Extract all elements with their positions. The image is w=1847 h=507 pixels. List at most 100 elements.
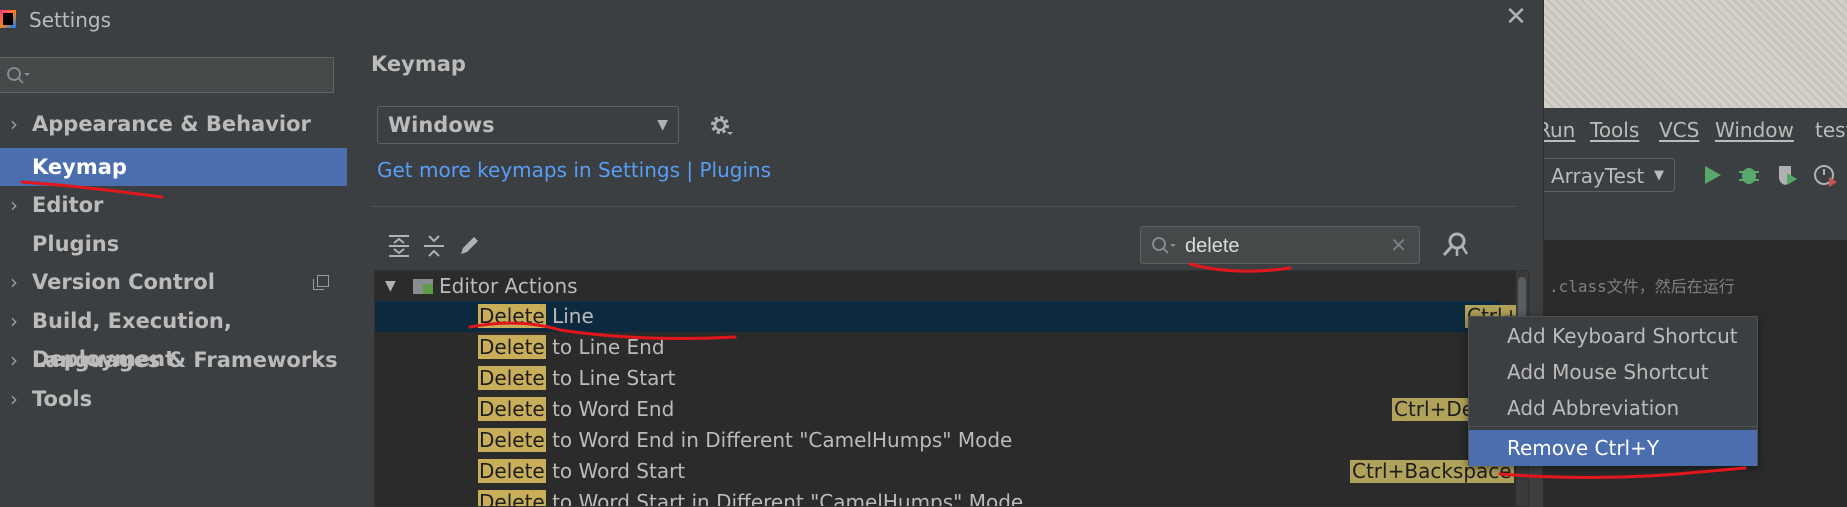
coverage-icon[interactable] bbox=[1775, 163, 1799, 187]
debug-icon[interactable] bbox=[1737, 163, 1761, 187]
menu-vcs[interactable]: VCS bbox=[1659, 118, 1699, 142]
collapse-all-icon[interactable] bbox=[420, 232, 448, 260]
chevron-right-icon[interactable]: › bbox=[10, 186, 18, 224]
action-name-rest: to Word Start in Different "CamelHumps" … bbox=[545, 490, 1024, 507]
sidebar-item-languages[interactable]: › Languages & Frameworks bbox=[0, 341, 347, 379]
menu-test[interactable]: test bbox=[1815, 118, 1847, 142]
ide-toolbar: ArrayTest ▼ bbox=[1543, 150, 1847, 201]
project-level-icon bbox=[313, 275, 329, 290]
sidebar-item-label: Languages & Frameworks bbox=[32, 348, 338, 372]
find-by-shortcut-icon[interactable] bbox=[1440, 230, 1470, 260]
action-name-rest: Line bbox=[545, 304, 594, 328]
close-icon[interactable]: ✕ bbox=[1501, 2, 1531, 32]
search-match: Delete bbox=[478, 459, 546, 483]
page-title: Keymap bbox=[371, 52, 466, 76]
sidebar-item-plugins[interactable]: Plugins bbox=[0, 225, 347, 263]
menu-item-remove-shortcut[interactable]: Remove Ctrl+Y bbox=[1469, 430, 1757, 466]
chevron-right-icon[interactable]: › bbox=[10, 341, 18, 379]
editor-tabstrip bbox=[1543, 200, 1847, 240]
search-icon bbox=[7, 67, 30, 84]
group-label: Editor Actions bbox=[439, 274, 578, 298]
action-name: Delete to Word End bbox=[478, 394, 674, 425]
sidebar-item-label: Keymap bbox=[32, 155, 127, 179]
settings-sidebar: › Appearance & Behavior Keymap › Editor … bbox=[0, 42, 347, 507]
profile-icon[interactable] bbox=[1813, 163, 1837, 187]
intellij-logo-icon bbox=[0, 10, 16, 28]
action-search-input[interactable] bbox=[1183, 231, 1377, 261]
menu-item-add-keyboard-shortcut[interactable]: Add Keyboard Shortcut bbox=[1469, 318, 1757, 354]
divider bbox=[371, 206, 1516, 207]
action-name: Delete Line bbox=[478, 301, 594, 332]
menu-tools[interactable]: Tools bbox=[1590, 118, 1639, 142]
code-comment: .class文件，然后在运行 bbox=[1549, 277, 1735, 296]
tree-group-row[interactable]: ▼ Editor Actions bbox=[375, 271, 1501, 302]
dialog-title: Settings bbox=[29, 8, 112, 32]
action-name-rest: to Word End in Different "CamelHumps" Mo… bbox=[545, 428, 1013, 452]
sidebar-item-label: Editor bbox=[32, 193, 104, 217]
tree-row[interactable]: Delete to Word End Ctrl+Del bbox=[375, 394, 1501, 425]
sidebar-item-keymap[interactable]: Keymap bbox=[0, 148, 347, 186]
folder-icon bbox=[413, 279, 433, 294]
keymap-dropdown[interactable]: Windows ▼ bbox=[377, 106, 679, 144]
chevron-right-icon[interactable]: › bbox=[10, 263, 18, 301]
tree-row[interactable]: Delete to Line Start bbox=[375, 363, 1501, 394]
run-configuration-select[interactable]: ArrayTest ▼ bbox=[1543, 158, 1675, 192]
sidebar-item-appearance[interactable]: › Appearance & Behavior bbox=[0, 105, 347, 143]
sidebar-item-label: Plugins bbox=[32, 232, 120, 256]
search-match: Delete bbox=[478, 366, 546, 390]
run-icon[interactable] bbox=[1701, 164, 1723, 186]
settings-dialog: Settings ✕ › Appearance & Behavior Keyma… bbox=[0, 0, 1544, 507]
action-name: Delete to Word Start in Different "Camel… bbox=[478, 487, 1024, 507]
sidebar-search-input[interactable] bbox=[34, 62, 328, 90]
menu-run[interactable]: Run bbox=[1543, 118, 1575, 142]
menu-window[interactable]: Window bbox=[1715, 118, 1794, 142]
action-name: Delete to Line End bbox=[478, 332, 665, 363]
menu-item-add-abbreviation[interactable]: Add Abbreviation bbox=[1469, 390, 1757, 426]
sidebar-item-label: Version Control bbox=[32, 270, 215, 294]
desktop-wallpaper bbox=[1543, 0, 1847, 108]
clear-icon[interactable]: ✕ bbox=[1390, 233, 1407, 257]
action-name-rest: to Line End bbox=[545, 335, 665, 359]
chevron-right-icon[interactable]: › bbox=[10, 105, 18, 143]
chevron-right-icon[interactable]: › bbox=[10, 302, 18, 340]
edit-pencil-icon[interactable] bbox=[455, 232, 483, 260]
keymap-panel: Keymap Windows ▼ Get more keymaps in Set… bbox=[347, 42, 1543, 507]
gear-icon[interactable] bbox=[707, 112, 733, 138]
chevron-down-icon: ▼ bbox=[1654, 168, 1664, 183]
actions-tree[interactable]: ▼ Editor Actions Delete Line Ctrl+Y Dele… bbox=[374, 270, 1529, 507]
get-more-keymaps-link[interactable]: Get more keymaps in Settings | Plugins bbox=[377, 158, 771, 182]
sidebar-item-tools[interactable]: › Tools bbox=[0, 380, 347, 418]
menu-divider bbox=[1469, 426, 1757, 427]
tree-row[interactable]: Delete to Word Start in Different "Camel… bbox=[375, 487, 1501, 507]
action-name: Delete to Line Start bbox=[478, 363, 675, 394]
sidebar-item-label: Appearance & Behavior bbox=[32, 112, 311, 136]
keymap-selected-value: Windows bbox=[388, 113, 495, 137]
dialog-titlebar: Settings ✕ bbox=[0, 0, 1543, 42]
tree-row[interactable]: Delete to Line End bbox=[375, 332, 1501, 363]
sidebar-search-field[interactable] bbox=[0, 57, 334, 93]
chevron-down-icon[interactable]: ▼ bbox=[385, 271, 396, 302]
search-match: Delete bbox=[478, 335, 546, 359]
tree-row[interactable]: Delete Line Ctrl+Y bbox=[375, 301, 1528, 332]
search-match: Delete bbox=[478, 397, 546, 421]
action-name: Delete to Word End in Different "CamelHu… bbox=[478, 425, 1012, 456]
sidebar-item-version-control[interactable]: › Version Control bbox=[0, 263, 347, 301]
tree-row[interactable]: Delete to Word End in Different "CamelHu… bbox=[375, 425, 1501, 456]
action-name-rest: to Line Start bbox=[545, 366, 676, 390]
chevron-right-icon[interactable]: › bbox=[10, 380, 18, 418]
chevron-down-icon: ▼ bbox=[657, 117, 668, 133]
search-match: Delete bbox=[478, 428, 546, 452]
expand-all-icon[interactable] bbox=[385, 232, 413, 260]
sidebar-item-editor[interactable]: › Editor bbox=[0, 186, 347, 224]
action-name-rest: to Word End bbox=[545, 397, 675, 421]
search-match: Delete bbox=[478, 490, 546, 506]
menu-item-add-mouse-shortcut[interactable]: Add Mouse Shortcut bbox=[1469, 354, 1757, 390]
tree-row[interactable]: Delete to Word Start Ctrl+Backspace bbox=[375, 456, 1514, 487]
sidebar-item-build[interactable]: › Build, Execution, Deployment bbox=[0, 302, 347, 371]
group-label-wrap: Editor Actions bbox=[413, 271, 578, 302]
run-config-label: ArrayTest bbox=[1551, 164, 1645, 188]
action-search-field[interactable]: ✕ bbox=[1140, 226, 1420, 264]
ide-menubar: Run Tools VCS Window test bbox=[1543, 108, 1847, 150]
shortcut-context-menu: Add Keyboard Shortcut Add Mouse Shortcut… bbox=[1468, 316, 1758, 466]
action-name-rest: to Word Start bbox=[545, 459, 686, 483]
